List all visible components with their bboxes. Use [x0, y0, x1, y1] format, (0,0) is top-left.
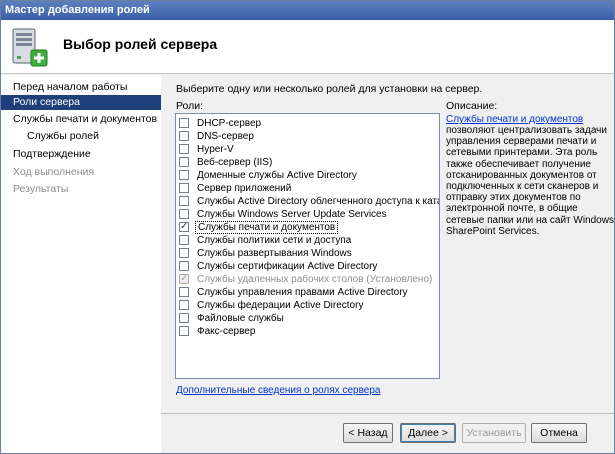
server-add-icon [12, 28, 48, 67]
sidebar-item-results: Результаты [13, 183, 69, 195]
sidebar-item-confirmation[interactable]: Подтверждение [1, 147, 161, 162]
sidebar-item-role-services[interactable]: Службы ролей [1, 129, 161, 144]
sidebar-item-server-roles[interactable]: Роли сервера [1, 95, 161, 110]
back-button[interactable]: < Назад [343, 423, 393, 443]
role-label: Службы развертывания Windows [197, 248, 352, 259]
role-label: Файловые службы [197, 313, 284, 324]
role-label: Службы федерации Active Directory [197, 300, 364, 311]
role-checkbox[interactable] [179, 235, 189, 245]
title-bar: Мастер добавления ролей [1, 1, 614, 20]
install-button: Установить [462, 423, 526, 443]
role-label: Сервер приложений [197, 183, 292, 194]
next-button[interactable]: Далее > [400, 423, 456, 443]
roles-listbox[interactable]: DHCP-сервер DNS-сервер Hyper-V Веб-серве… [175, 113, 440, 379]
page-title: Выбор ролей сервера [63, 36, 218, 52]
role-checkbox[interactable] [179, 300, 189, 310]
role-checkbox[interactable] [179, 183, 189, 193]
roles-label: Роли: [176, 100, 204, 112]
role-checkbox[interactable] [179, 170, 189, 180]
role-label: Службы Windows Server Update Services [197, 209, 387, 220]
sidebar-item-progress: Ход выполнения [13, 166, 95, 178]
role-checkbox[interactable] [179, 220, 189, 233]
role-checkbox[interactable] [179, 248, 189, 258]
role-label: Факс-сервер [197, 326, 256, 337]
button-separator [161, 413, 614, 414]
role-label: Службы удаленных рабочих столов (Установ… [197, 274, 433, 285]
description-label: Описание: [446, 100, 498, 112]
more-info-link[interactable]: Дополнительные сведения о ролях сервера [176, 385, 380, 396]
role-checkbox[interactable] [179, 131, 189, 141]
role-checkbox [179, 272, 189, 285]
role-checkbox[interactable] [179, 118, 189, 128]
add-roles-wizard-window: Мастер добавления ролей Выбор ролей серв… [0, 0, 615, 454]
cancel-button[interactable]: Отмена [531, 423, 587, 443]
sidebar-item-print-document-services[interactable]: Службы печати и документов [1, 112, 161, 127]
role-label: Доменные службы Active Directory [197, 170, 357, 181]
instruction-text: Выберите одну или несколько ролей для ус… [176, 83, 483, 95]
role-checkbox[interactable] [179, 196, 189, 206]
role-label: Веб-сервер (IIS) [197, 157, 273, 168]
role-label: DHCP-сервер [197, 118, 262, 129]
role-checkbox[interactable] [179, 313, 189, 323]
role-label: Hyper-V [197, 144, 234, 155]
role-checkbox[interactable] [179, 209, 189, 219]
description-link[interactable]: Службы печати и документов [446, 114, 583, 125]
role-checkbox[interactable] [179, 144, 189, 154]
role-label: Службы управления правами Active Directo… [197, 287, 408, 298]
role-checkbox[interactable] [179, 261, 189, 271]
role-label: DNS-сервер [197, 131, 254, 142]
role-label: Службы сертификации Active Directory [197, 261, 378, 272]
wizard-content: Выберите одну или несколько ролей для ус… [161, 75, 614, 415]
sidebar-item-before-you-begin[interactable]: Перед началом работы [1, 80, 161, 95]
role-label: Службы печати и документов [195, 221, 339, 234]
description-text: позволяют централизовать задачи управлен… [446, 125, 614, 237]
role-checkbox[interactable] [179, 287, 189, 297]
role-label: Службы Active Directory облегченного дос… [197, 196, 439, 207]
window-title: Мастер добавления ролей [5, 4, 150, 16]
role-checkbox[interactable] [179, 326, 189, 336]
wizard-sidebar: Перед началом работы Роли сервера Службы… [1, 75, 161, 453]
wizard-header: Выбор ролей сервера [1, 20, 614, 74]
role-checkbox[interactable] [179, 157, 189, 167]
role-label: Службы политики сети и доступа [197, 235, 352, 246]
